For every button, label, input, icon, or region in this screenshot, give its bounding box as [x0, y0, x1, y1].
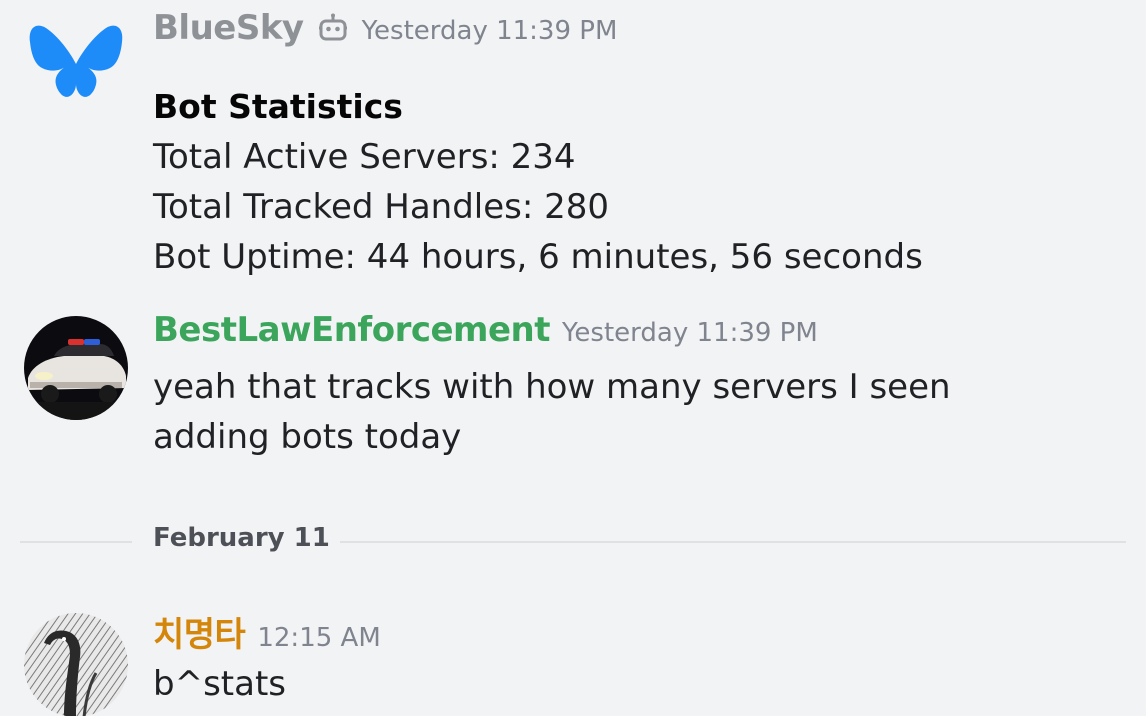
message-line: b^stats [153, 664, 286, 704]
bird-sketch-avatar [24, 613, 128, 716]
embed-line: Total Tracked Handles: 280 [153, 187, 610, 227]
timestamp: Yesterday 11:39 PM [361, 16, 618, 46]
butterfly-logo-icon [29, 25, 123, 97]
bot-icon [318, 13, 348, 47]
date-divider: February 11 [20, 523, 1126, 559]
timestamp: 12:15 AM [257, 623, 381, 653]
embed-line: Bot Uptime: 44 hours, 6 minutes, 56 seco… [153, 237, 923, 277]
message-bluesky: BlueSky Yesterday 11:39 PM Bot Statistic… [0, 0, 1146, 290]
police-car-avatar [24, 316, 128, 420]
avatar[interactable] [24, 613, 128, 716]
embed-title: Bot Statistics [153, 87, 403, 126]
message-line: yeah that tracks with how many servers I… [153, 367, 951, 407]
username[interactable]: 치명타 [153, 607, 246, 656]
embed: Bot Statistics Total Active Servers: 234… [153, 82, 923, 282]
message-line: adding bots today [153, 417, 462, 457]
timestamp: Yesterday 11:39 PM [562, 318, 818, 348]
message-bestlawenforcement: BestLawEnforcement Yesterday 11:39 PM ye… [0, 300, 1146, 470]
username[interactable]: BestLawEnforcement [153, 310, 551, 350]
chat-window: BlueSky Yesterday 11:39 PM Bot Statistic… [0, 0, 1146, 716]
message-header: 치명타 12:15 AM [153, 607, 381, 656]
message-text: yeah that tracks with how many servers I… [153, 362, 951, 462]
embed-line: Total Active Servers: 234 [153, 137, 576, 177]
date-divider-label: February 11 [153, 523, 330, 553]
message-header: BestLawEnforcement Yesterday 11:39 PM [153, 310, 818, 350]
username[interactable]: BlueSky [153, 8, 304, 48]
message-text: b^stats [153, 659, 286, 709]
message-header: BlueSky Yesterday 11:39 PM [153, 8, 617, 48]
divider-line [340, 541, 1126, 543]
message-user: 치명타 12:15 AM b^stats [0, 595, 1146, 716]
avatar[interactable] [24, 22, 128, 112]
avatar[interactable] [24, 316, 128, 420]
divider-line [20, 541, 132, 543]
